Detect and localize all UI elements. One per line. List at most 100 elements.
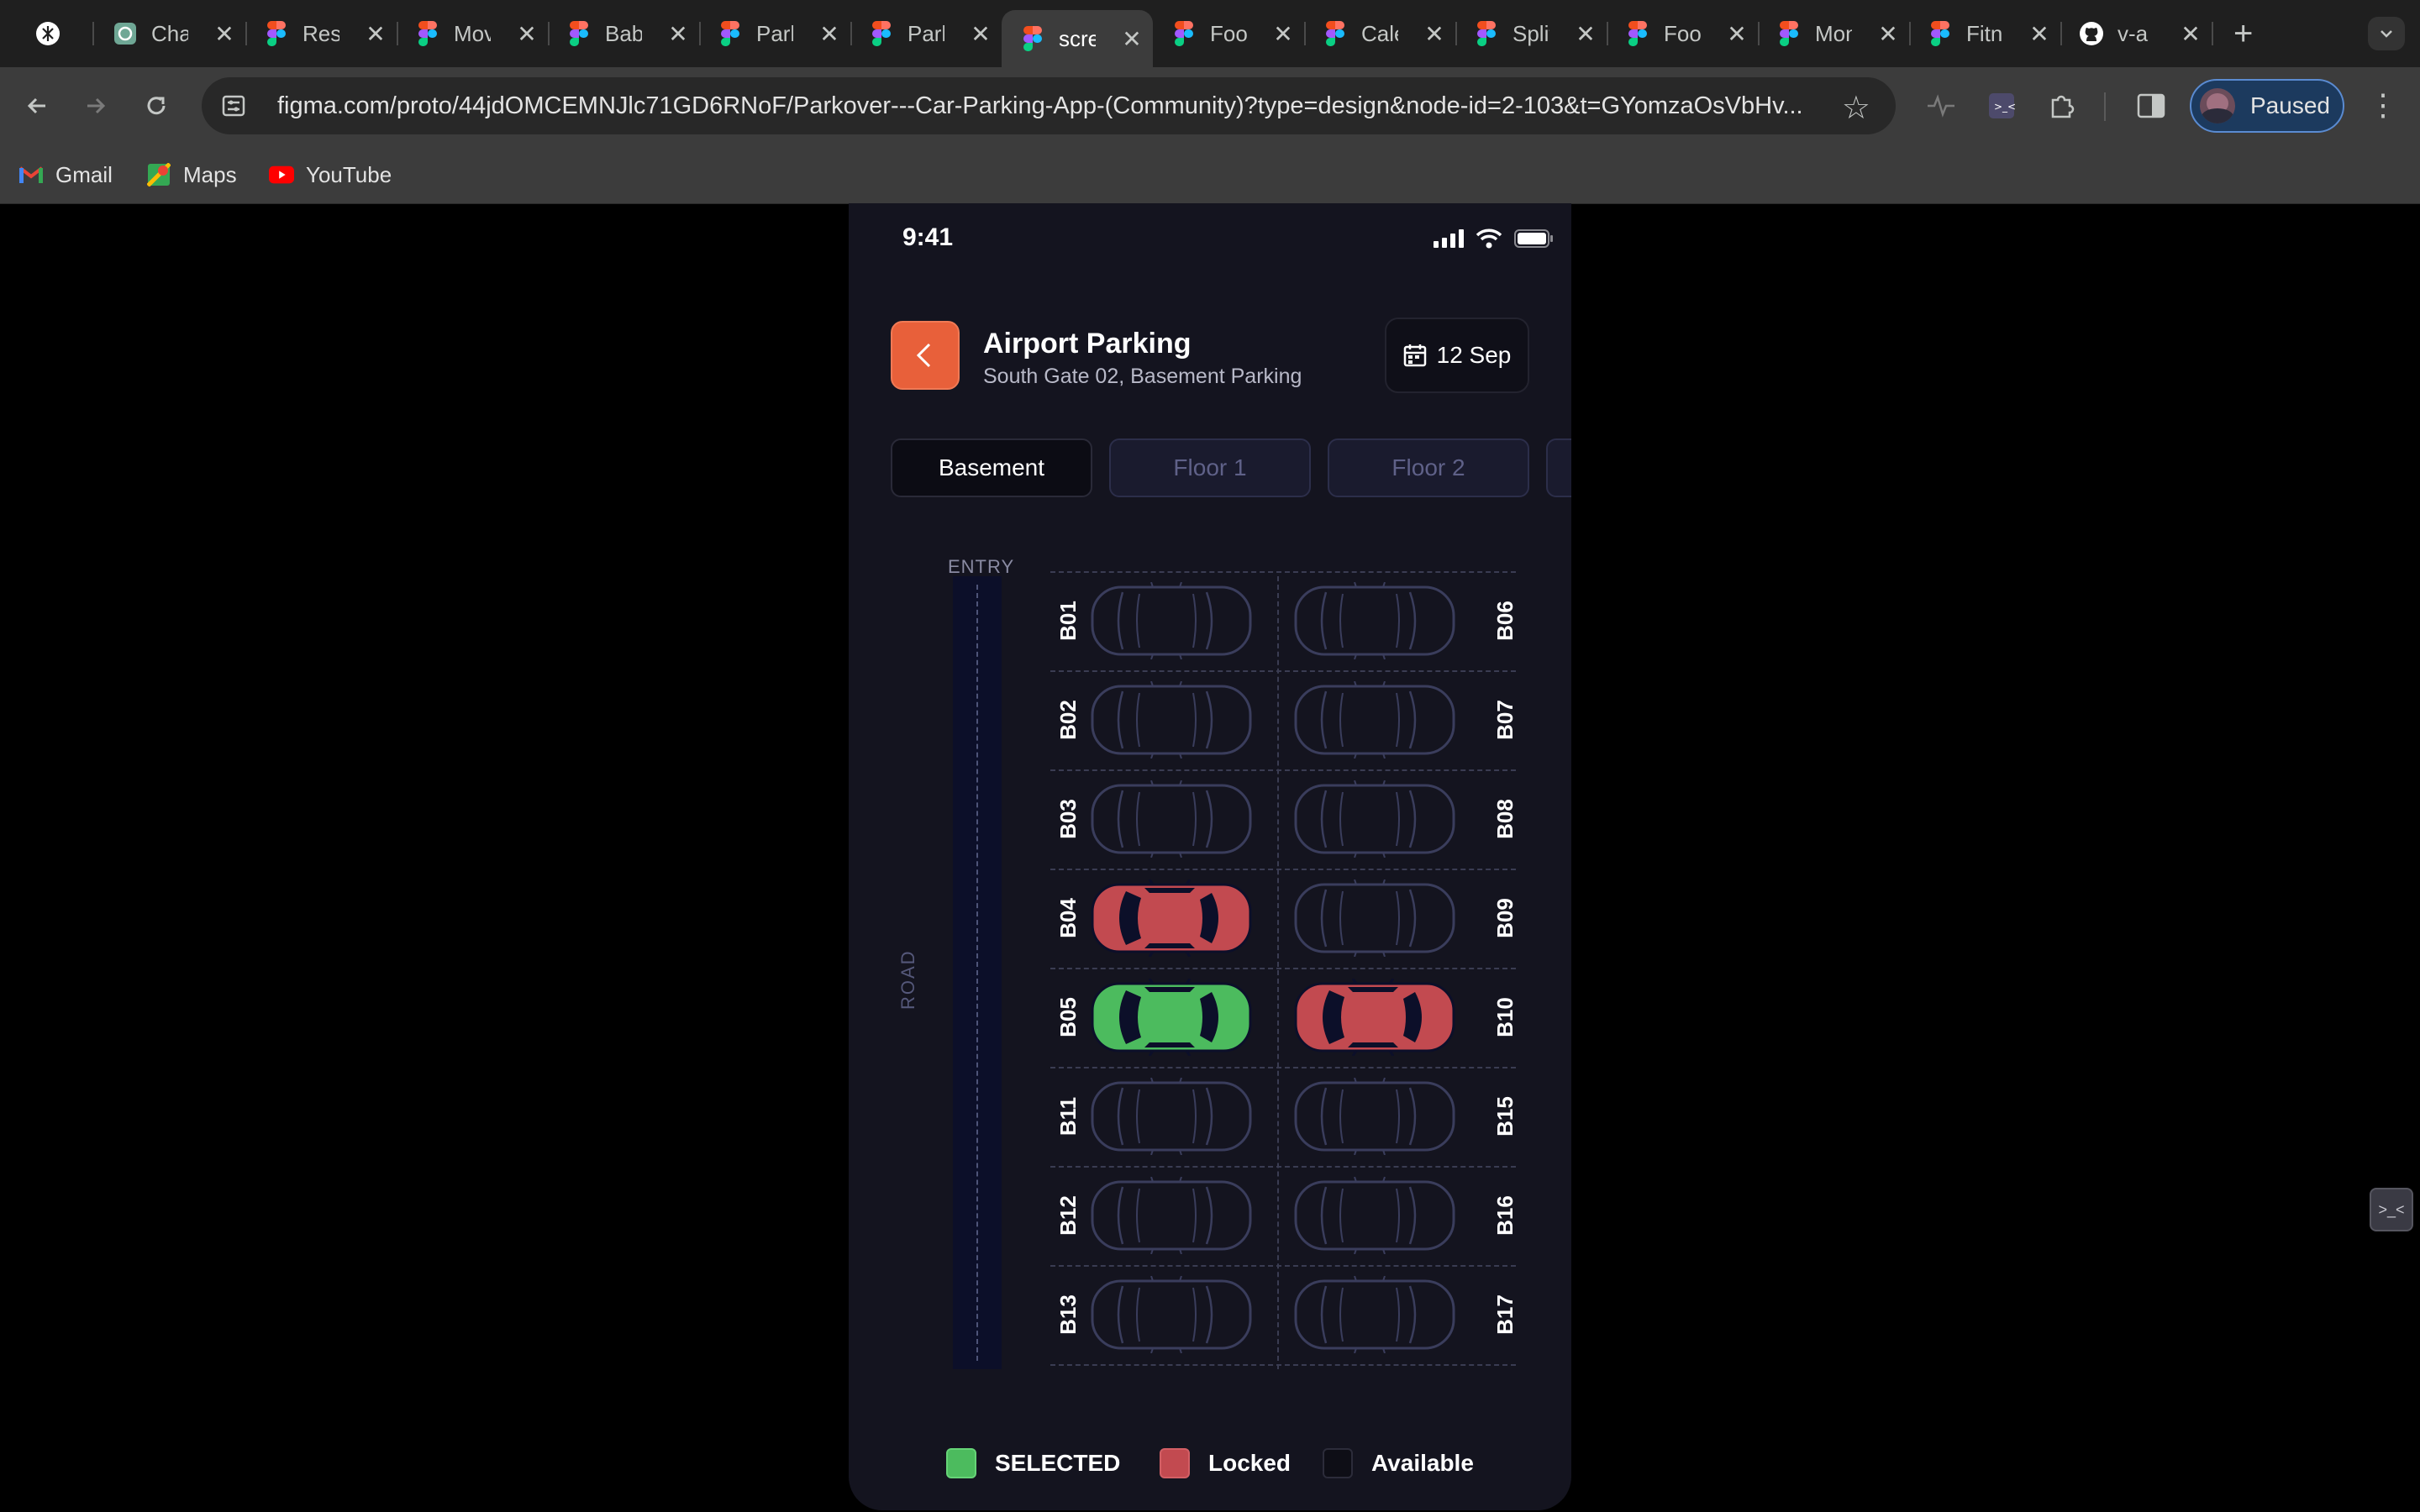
tab-floor-2[interactable]: Floor 2 [1328,438,1529,497]
figma-icon [1020,26,1045,51]
extensions-puzzle-icon[interactable] [2044,87,2081,124]
slot-divider [1050,968,1516,969]
tab-next-floor[interactable] [1546,438,1571,497]
close-tab-icon[interactable]: ✕ [1270,20,1296,48]
tab-floor-1[interactable]: Floor 1 [1109,438,1311,497]
close-tab-icon[interactable]: ✕ [1573,20,1598,48]
legend-swatch-locked [1160,1448,1190,1478]
parking-slot-available[interactable] [1292,1176,1457,1255]
back-button[interactable] [17,86,57,126]
close-tab-icon[interactable]: ✕ [514,20,539,48]
parking-slot-available[interactable] [1089,1275,1254,1354]
slot-label: B04 [1055,898,1081,938]
browser-menu-icon[interactable]: ⋮ [2366,87,2400,123]
browser-tab[interactable]: ChatGPT ✕ [94,10,247,57]
phone-frame: 9:41 Airport Parking South Gate 02, Base… [849,203,1571,1510]
parking-slot-available[interactable] [1089,1176,1254,1255]
slot-label: B10 [1492,997,1518,1037]
bookmark-maps[interactable]: Maps [146,160,237,190]
close-tab-icon[interactable]: ✕ [363,20,388,48]
browser-tab[interactable]: Fitness ✕ [1909,10,2062,57]
browser-tab[interactable]: Money ✕ [1758,10,1911,57]
parking-slot-available[interactable] [1292,780,1457,858]
browser-tab[interactable]: Restaurant ✕ [245,10,398,57]
signal-icon [1434,229,1464,248]
slot-label: B17 [1492,1294,1518,1335]
browser-tab[interactable]: v-a ✕ [2060,10,2213,57]
github-icon [2079,21,2104,46]
profile-button[interactable]: Paused [2190,79,2344,133]
parking-slot-available[interactable] [1292,1275,1457,1354]
bookmark-label: Gmail [55,161,113,187]
legend-locked: Locked [1160,1448,1291,1478]
arrow-right-icon [87,97,106,114]
extension-app-icon[interactable]: >_< [1983,87,2020,124]
parking-slot-locked [1292,978,1457,1057]
close-tab-icon[interactable]: ✕ [666,20,691,48]
browser-tab[interactable]: Parking ✕ [699,10,852,57]
slot-label: B01 [1055,601,1081,641]
close-tab-icon[interactable]: ✕ [1724,20,1749,48]
parking-slot-available[interactable] [1089,780,1254,858]
chatgpt-icon [113,21,138,46]
browser-tab[interactable]: Movie ✕ [397,10,550,57]
slot-label: B15 [1492,1096,1518,1137]
toolbar-divider [2104,92,2106,121]
browser-tab[interactable]: Baby ✕ [548,10,701,57]
close-tab-icon[interactable]: ✕ [212,20,237,48]
close-tab-icon[interactable]: ✕ [817,20,842,48]
browser-tab[interactable]: Food ✕ [1153,10,1306,57]
parking-slot-available[interactable] [1292,581,1457,660]
bookmark-youtube[interactable]: YouTube [269,160,392,190]
browser-tab[interactable]: Parking ✕ [850,10,1002,57]
parking-slot-available[interactable] [1292,879,1457,958]
tab-title: Parking [908,20,944,46]
browser-tab[interactable]: Calendar ✕ [1304,10,1457,57]
address-bar[interactable]: figma.com/proto/44jdOMCEMNJlc71GD6RNoF/P… [202,77,1896,134]
figma-icon [1776,21,1802,46]
close-tab-icon[interactable]: ✕ [2027,20,2052,48]
close-tab-icon[interactable]: ✕ [1119,25,1144,53]
bookmark-gmail[interactable]: Gmail [18,160,113,190]
chevron-down-icon [2381,30,2392,38]
reload-button[interactable] [136,86,176,126]
close-tab-icon[interactable]: ✕ [1422,20,1447,48]
tab-search-button[interactable] [2368,17,2405,50]
floating-extension-icon[interactable]: >_< [2370,1188,2413,1231]
figma-icon [1625,21,1650,46]
svg-text:>_<: >_< [1994,101,2016,113]
bookmark-star-icon[interactable]: ☆ [1842,89,1870,127]
browser-tab[interactable] [17,10,94,57]
browser-tab[interactable]: Food ✕ [1607,10,1760,57]
date-picker-button[interactable]: 12 Sep [1385,318,1529,393]
new-tab-button[interactable]: + [2233,15,2253,53]
reload-icon [147,97,166,115]
site-info-icon[interactable] [217,89,250,123]
back-button[interactable] [891,321,960,390]
tab-basement[interactable]: Basement [891,438,1092,497]
tab-title: Restaurant [302,20,339,46]
forward-button[interactable] [76,86,116,126]
parking-slot-available[interactable] [1089,581,1254,660]
close-tab-icon[interactable]: ✕ [968,20,993,48]
bookmarks-bar: Gmail Maps YouTube [0,144,2420,204]
side-panel-icon[interactable] [2133,87,2170,124]
browser-tab[interactable]: Split ✕ [1455,10,1608,57]
tab-title: Money [1815,20,1852,46]
browser-tab[interactable]: screen ✕ [1002,10,1153,67]
road-label: ROAD [897,949,918,1010]
figma-icon [415,21,440,46]
parking-slot-available[interactable] [1089,1077,1254,1156]
close-tab-icon[interactable]: ✕ [1876,20,1901,48]
parking-slot-selected[interactable] [1089,978,1254,1057]
url-text[interactable]: figma.com/proto/44jdOMCEMNJlc71GD6RNoF/P… [277,92,1840,120]
parking-slot-locked [1089,879,1254,958]
tab-title: v-a [2118,20,2149,46]
parking-slot-available[interactable] [1089,680,1254,759]
page-title: Airport Parking [983,328,1192,360]
parking-slot-available[interactable] [1292,680,1457,759]
chevron-left-icon [916,343,931,368]
parking-slot-available[interactable] [1292,1077,1457,1156]
close-tab-icon[interactable]: ✕ [2178,20,2203,48]
activity-icon[interactable] [1923,87,1960,124]
